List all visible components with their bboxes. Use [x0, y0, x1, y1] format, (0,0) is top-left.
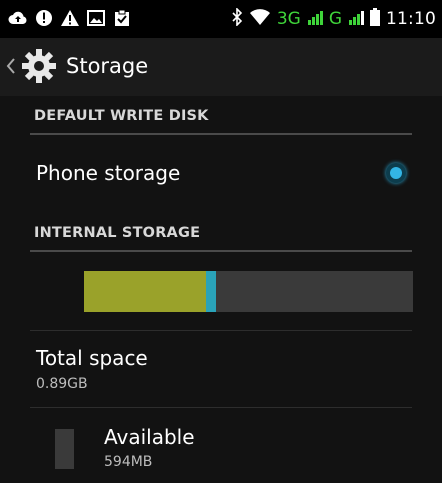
clipboard-check-icon	[112, 8, 132, 28]
available-label: Available	[104, 425, 195, 449]
storage-usage-bar	[84, 271, 413, 312]
usage-segment-free	[216, 271, 413, 312]
battery-icon	[370, 8, 380, 30]
action-bar: Storage	[0, 38, 442, 96]
usage-segment-apps	[206, 271, 216, 312]
total-space-value: 0.89GB	[36, 376, 88, 392]
total-space-label: Total space	[36, 346, 148, 370]
phone-storage-label: Phone storage	[36, 161, 181, 185]
phone-storage-radio[interactable]	[386, 163, 406, 183]
section-header-default-write-disk: DEFAULT WRITE DISK	[34, 108, 209, 124]
chevron-left-icon[interactable]	[6, 58, 16, 78]
settings-content: DEFAULT WRITE DISK Phone storage INTERNA…	[0, 96, 442, 483]
network-type-3g: 3G	[276, 9, 301, 29]
total-space-row[interactable]: Total space 0.89GB	[0, 331, 442, 406]
wifi-icon	[249, 8, 271, 30]
warning-icon	[60, 8, 80, 28]
available-value: 594MB	[104, 454, 153, 470]
section-divider	[30, 250, 412, 252]
notification-icons	[8, 8, 132, 28]
radio-dot	[390, 167, 402, 179]
signal-icon	[307, 9, 323, 29]
alert-icon	[34, 8, 54, 28]
network-type-g: G	[328, 9, 342, 29]
section-header-internal-storage: INTERNAL STORAGE	[34, 225, 201, 241]
signal-icon-2	[348, 9, 364, 29]
available-color-swatch	[55, 429, 74, 469]
image-icon	[86, 8, 106, 28]
usage-segment-used	[84, 271, 206, 312]
cloud-upload-icon	[8, 8, 28, 28]
page-title: Storage	[66, 54, 149, 78]
phone-storage-option[interactable]: Phone storage	[0, 136, 442, 210]
system-status: 3G G 11:10	[231, 6, 436, 32]
bluetooth-icon	[231, 7, 243, 30]
gear-icon[interactable]	[20, 47, 58, 85]
section-divider	[30, 133, 412, 135]
clock: 11:10	[386, 9, 436, 29]
status-bar: 3G G 11:10	[0, 0, 442, 38]
